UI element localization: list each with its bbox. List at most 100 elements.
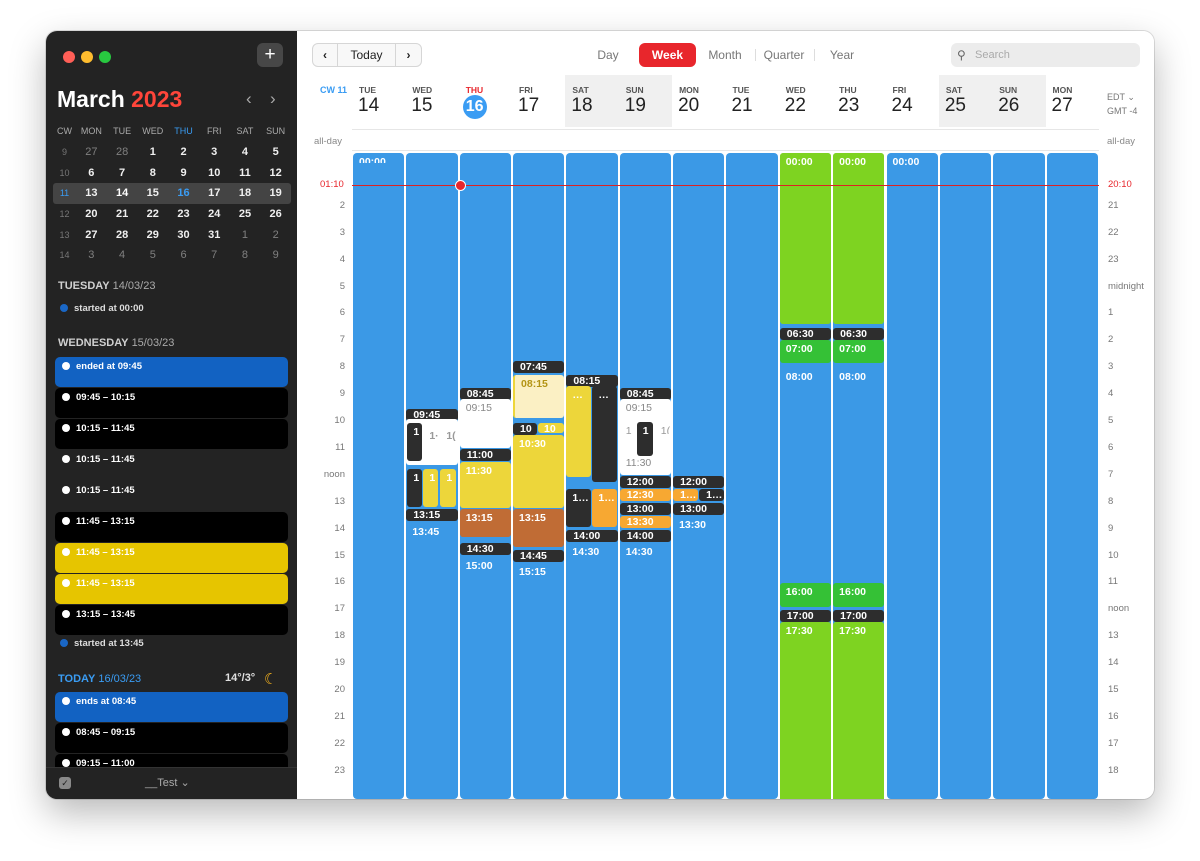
mini-calendar-day[interactable]: 12: [260, 167, 291, 179]
mini-calendar-day[interactable]: 10: [199, 167, 230, 179]
event-block[interactable]: 1: [423, 469, 439, 508]
mini-calendar-day[interactable]: 2: [260, 229, 291, 241]
sidebar-event[interactable]: 10:15 – 11:45: [55, 450, 288, 480]
day-column[interactable]: [1046, 153, 1098, 799]
event-time-pill[interactable]: 12:00: [673, 475, 725, 488]
event-time-pill[interactable]: 17:00: [833, 610, 885, 623]
event-block[interactable]: 13:45: [406, 523, 457, 791]
mini-calendar-day[interactable]: 30: [168, 229, 199, 241]
event-block[interactable]: 1…: [592, 489, 618, 528]
event-time-pill[interactable]: 14:00: [566, 529, 618, 542]
mini-calendar-day[interactable]: 24: [199, 208, 230, 220]
event-time-pill[interactable]: 06:30: [779, 327, 832, 340]
timezone-label[interactable]: EDT ⌄ GMT -4: [1107, 90, 1137, 118]
event-block[interactable]: 13:30: [673, 516, 724, 784]
event-block[interactable]: 15:00: [460, 557, 511, 798]
mini-calendar-day[interactable]: 6: [168, 249, 199, 261]
event-block[interactable]: 08:00: [833, 368, 884, 577]
day-column[interactable]: [939, 153, 992, 799]
event-time-pill[interactable]: 10: [513, 423, 538, 436]
event-block[interactable]: 11:30: [459, 462, 512, 509]
sidebar-event[interactable]: 10:15 – 11:45: [55, 419, 288, 449]
event-block[interactable]: 1: [636, 422, 653, 456]
day-header[interactable]: THU 23: [832, 75, 885, 127]
event-block[interactable]: 08:15: [513, 374, 565, 419]
mini-calendar-day[interactable]: 29: [137, 229, 168, 241]
mini-calendar-day[interactable]: 5: [260, 146, 291, 158]
event-time-pill[interactable]: 13:00: [619, 502, 672, 515]
day-column[interactable]: [993, 153, 1045, 799]
mini-calendar-day[interactable]: 31: [199, 229, 230, 241]
view-tab-month[interactable]: Month: [704, 43, 746, 67]
view-tab-year[interactable]: Year: [822, 43, 862, 67]
event-time-pill[interactable]: 1…: [699, 489, 725, 502]
sidebar-event[interactable]: 09:45 – 10:15: [55, 388, 288, 418]
sidebar-event[interactable]: ends at 08:45: [55, 692, 288, 722]
event-block[interactable]: 07:00: [779, 339, 832, 364]
mini-calendar-day[interactable]: 9: [168, 167, 199, 179]
today-button[interactable]: Today: [338, 44, 396, 66]
event-block[interactable]: 1(: [655, 422, 671, 434]
event-block[interactable]: 11:30: [619, 456, 672, 473]
event-block[interactable]: …: [566, 385, 592, 478]
event-block[interactable]: 10: [538, 423, 565, 434]
day-header[interactable]: SUN 19: [618, 75, 673, 127]
day-header[interactable]: TUE 21: [725, 75, 778, 127]
mini-calendar-day[interactable]: 4: [107, 249, 138, 261]
view-tab-quarter[interactable]: Quarter: [761, 43, 807, 67]
mini-calendar-day[interactable]: 25: [230, 208, 261, 220]
sidebar-event[interactable]: 11:45 – 13:15: [55, 543, 288, 573]
zoom-window-button[interactable]: [99, 51, 111, 63]
event-block[interactable]: 14:30: [620, 543, 671, 798]
sidebar-event[interactable]: ended at 09:45: [55, 357, 288, 387]
event-block[interactable]: 1…: [566, 489, 592, 528]
sidebar-event[interactable]: started at 00:00: [60, 303, 144, 314]
event-time-pill[interactable]: 06:30: [833, 327, 885, 340]
calendar-set-checkbox[interactable]: ✓: [59, 777, 71, 789]
day-header[interactable]: FRI 17: [512, 75, 565, 127]
sidebar-event[interactable]: started at 13:45: [60, 638, 144, 649]
mini-calendar-day[interactable]: 11: [230, 167, 261, 179]
event-block[interactable]: 14:30: [566, 543, 617, 798]
sidebar-event[interactable]: 08:45 – 09:15: [55, 723, 288, 753]
mini-calendar-day[interactable]: 27: [76, 146, 107, 158]
event-block[interactable]: …: [592, 385, 618, 482]
view-tab-week[interactable]: Week: [639, 43, 696, 67]
mini-calendar-day[interactable]: 1: [230, 229, 261, 241]
prev-month-button[interactable]: ‹: [246, 89, 252, 109]
day-header[interactable]: MON 27: [1046, 75, 1099, 127]
event-block[interactable]: 16:00: [779, 583, 832, 607]
mini-calendar-day-selected[interactable]: 14: [107, 182, 138, 205]
sidebar-event[interactable]: 10:15 – 11:45: [55, 481, 288, 511]
day-header[interactable]: SUN 26: [992, 75, 1046, 127]
event-block[interactable]: 1(: [440, 427, 456, 445]
search-input[interactable]: ⚲ Search: [951, 43, 1140, 67]
event-time-pill[interactable]: 12:00: [619, 475, 672, 488]
event-time-pill[interactable]: 13:00: [673, 502, 725, 515]
mini-calendar-day[interactable]: 13: [76, 187, 107, 199]
mini-calendar-day[interactable]: 26: [260, 208, 291, 220]
event-block[interactable]: 08:00: [780, 368, 831, 577]
day-header[interactable]: SAT 25: [938, 75, 993, 127]
view-tab-day[interactable]: Day: [589, 43, 627, 67]
sidebar-event[interactable]: 13:15 – 13:45: [55, 605, 288, 635]
mini-calendar-day[interactable]: 8: [137, 167, 168, 179]
mini-calendar-day[interactable]: 8: [230, 249, 261, 261]
mini-calendar-day[interactable]: 17: [199, 187, 230, 199]
event-block[interactable]: 15:15: [513, 563, 564, 777]
mini-calendar-day[interactable]: 19: [260, 187, 291, 199]
mini-calendar-day[interactable]: 4: [230, 146, 261, 158]
day-header[interactable]: FRI 24: [886, 75, 939, 127]
day-header[interactable]: TUE 14: [352, 75, 405, 127]
minimize-window-button[interactable]: [81, 51, 93, 63]
event-block[interactable]: 00:00: [833, 153, 885, 325]
mini-calendar-day[interactable]: 15: [137, 187, 168, 199]
event-time-pill[interactable]: 14:30: [459, 543, 512, 556]
event-block[interactable]: 1: [620, 422, 636, 434]
sidebar-event[interactable]: 11:45 – 13:15: [55, 574, 288, 604]
event-block[interactable]: 1: [440, 469, 457, 508]
mini-calendar-day[interactable]: 28: [107, 229, 138, 241]
mini-calendar-day[interactable]: 1: [137, 146, 168, 158]
event-block[interactable]: 09:15: [459, 399, 512, 448]
mini-calendar-day-today[interactable]: 16: [168, 187, 199, 199]
